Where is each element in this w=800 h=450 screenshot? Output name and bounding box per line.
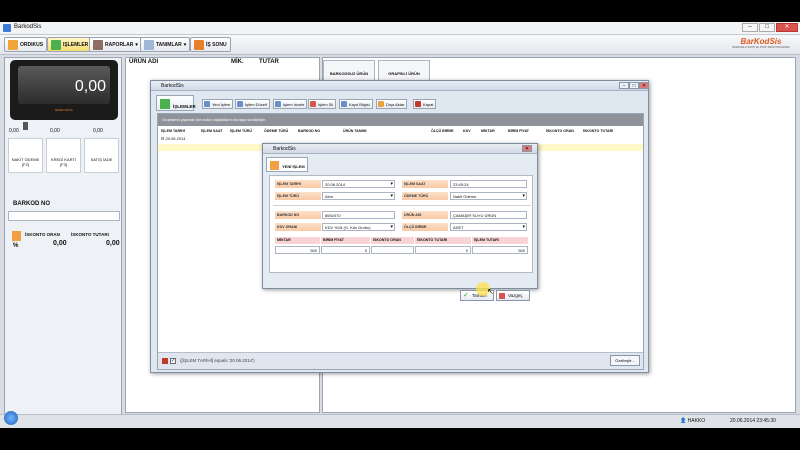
- time-field[interactable]: 23:45:24: [450, 180, 527, 188]
- divider: [273, 205, 531, 206]
- edit-icon: [144, 39, 154, 50]
- barcode-input[interactable]: [8, 211, 120, 221]
- start-orb-icon[interactable]: [4, 411, 18, 425]
- operation-type-select[interactable]: Alım: [322, 192, 395, 200]
- datetime-label: 20.06.2014 23:45:30: [730, 418, 776, 424]
- close-window-button[interactable]: Kapat: [413, 99, 437, 109]
- barcode-field[interactable]: 8692470: [322, 211, 395, 219]
- total-amount-field[interactable]: 500: [472, 246, 528, 254]
- window-minimize-button[interactable]: –: [619, 82, 629, 89]
- kdv-select[interactable]: KDV %18 (G. Kdv Grubu): [322, 223, 395, 231]
- dialog-close-button[interactable]: ✕: [522, 145, 532, 152]
- close-button[interactable]: ✕: [776, 23, 798, 32]
- new-record-dialog: BarkodSis ✕ YENİ İŞLEM İŞLEM TARİHİ 20.0…: [262, 143, 538, 301]
- toolbar-raporlar[interactable]: RAPORLAR ▾: [89, 37, 142, 52]
- dialog-titlebar: BarkodSis ✕: [263, 144, 537, 154]
- edit-icon: [270, 161, 279, 170]
- islemler-window-titlebar: BarkodSis – □ ✕: [151, 81, 649, 91]
- barcode-label: BARKOD NO: [13, 201, 50, 207]
- toolbar-is-sonu[interactable]: İŞ SONU: [190, 37, 231, 52]
- edit-icon: [237, 101, 243, 107]
- edit-record-button[interactable]: İşlem Düzelt: [235, 99, 271, 109]
- main-toolbar: ORDIKUS IŞLEMLER RAPORLAR ▾ TANIMLAR ▾ İŞ …: [0, 35, 800, 55]
- view-record-button[interactable]: İşlem İncele: [273, 99, 308, 109]
- filter-checkbox[interactable]: ✓: [170, 358, 176, 364]
- close-filter-icon[interactable]: [162, 358, 168, 364]
- info-icon: [341, 101, 347, 107]
- toolbar-tanimlar[interactable]: TANIMLAR ▾: [140, 37, 191, 52]
- display-total: 0,00: [18, 66, 110, 104]
- minimize-button[interactable]: –: [742, 23, 758, 32]
- mouse-pointer-icon: ↖: [487, 287, 494, 296]
- app-titlebar: BarkodSis – □ ✕: [0, 22, 800, 35]
- app-title: BarkodSis: [14, 24, 42, 30]
- window-close-button[interactable]: ✕: [639, 82, 649, 89]
- mini-value-3: 0,00: [93, 128, 103, 134]
- group-panel: Gruplama yapmak için kolon başlıklarını …: [158, 114, 643, 126]
- status-bar: 👤 HAKKO 20.06.2014 23:45:30: [0, 411, 800, 428]
- view-icon: [275, 101, 281, 107]
- unit-select[interactable]: ADET: [450, 223, 527, 231]
- cart-icon: [8, 39, 18, 50]
- brand-logo: BarKodSis BARKODLU SATIŞ VE STOK TAKİP P…: [732, 37, 790, 49]
- discount-rate-value: 0,00: [53, 240, 67, 247]
- discount-icon: [12, 231, 21, 241]
- check-icon: ✓: [463, 292, 469, 299]
- display-stand: [23, 122, 28, 130]
- exit-icon: [415, 101, 421, 107]
- credit-card-button[interactable]: KREDİ KARTI [F3]: [46, 138, 81, 173]
- export-icon: [378, 101, 384, 107]
- user-label: 👤 HAKKO: [680, 418, 706, 424]
- day-end-icon: [194, 39, 204, 50]
- grid-header: İŞLEM TARİHİ İŞLEM SAAT İŞLEM TÜRÜ ÖDEME…: [161, 129, 614, 133]
- maximize-button[interactable]: □: [759, 23, 775, 32]
- toolbar-ordikus[interactable]: ORDIKUS: [4, 37, 48, 52]
- payment-type-select[interactable]: Nakit Ödeme: [450, 192, 527, 200]
- customer-display: 0,00 BARKODSİS: [10, 60, 118, 120]
- mini-value-2: 0,00: [50, 128, 60, 134]
- cancel-button[interactable]: Vazgeç: [496, 290, 530, 301]
- unit-price-field[interactable]: 0: [321, 246, 370, 254]
- record-info-button[interactable]: Kayıt Bilgisi: [339, 99, 373, 109]
- delete-icon: [310, 101, 316, 107]
- export-button[interactable]: Dışa Aktar: [376, 99, 408, 109]
- date-field[interactable]: 20.06.2014: [322, 180, 395, 188]
- cash-payment-button[interactable]: NAKİT ÖDEME [F2]: [8, 138, 43, 173]
- mini-value-1: 0,00: [9, 128, 19, 134]
- chevron-down-icon: ▾: [135, 41, 138, 48]
- dialog-form: İŞLEM TARİHİ 20.06.2014 İŞLEM SAAT 23:45…: [269, 175, 533, 273]
- customize-button[interactable]: Özelleştir...: [610, 355, 640, 366]
- tab-islemler[interactable]: İŞLEMLER: [156, 95, 196, 111]
- report-icon: [93, 39, 103, 50]
- delete-record-button[interactable]: İşlem Sil: [308, 99, 337, 109]
- screen: BarkodSis – □ ✕ ORDIKUS IŞLEMLER RAPORLA…: [0, 22, 800, 428]
- sales-return-button[interactable]: SATIŞ İADE: [84, 138, 119, 173]
- chevron-down-icon: ▾: [183, 41, 187, 48]
- list-icon: [160, 99, 170, 109]
- product-name-field[interactable]: ÇAMAŞIR SUYU ÜRÜN: [450, 211, 527, 219]
- discount-total-value: 0,00: [106, 240, 120, 247]
- quantity-field[interactable]: 500: [275, 246, 320, 254]
- tab-yeni-islem[interactable]: YENİ İŞLEM: [266, 157, 308, 172]
- discount-amount-field[interactable]: 0: [415, 246, 471, 254]
- new-icon: [204, 101, 210, 107]
- cancel-icon: [499, 293, 505, 299]
- list-icon: [51, 39, 61, 50]
- group-row[interactable]: ⊟ 20.06.2014: [158, 136, 643, 143]
- filter-bar: ✓ ([İŞLEM TARİHİ] equals '20.06.2014') Ö…: [158, 352, 643, 369]
- filter-text: ([İŞLEM TARİHİ] equals '20.06.2014'): [180, 358, 255, 363]
- app-icon: [3, 24, 11, 32]
- new-record-button[interactable]: Yeni İşlem: [202, 99, 234, 109]
- window-maximize-button[interactable]: □: [629, 82, 639, 89]
- toolbar-islemler[interactable]: IŞLEMLER: [47, 37, 93, 52]
- left-panel: 0,00 BARKODSİS 0,00 0,00 0,00 NAKİT ÖDEM…: [4, 57, 122, 426]
- discount-rate-field[interactable]: [371, 246, 414, 254]
